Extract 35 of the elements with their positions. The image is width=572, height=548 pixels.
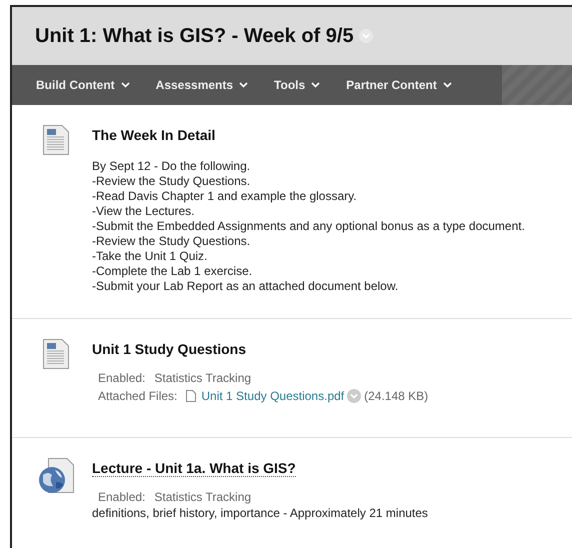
description-line: -Submit the Embedded Assignments and any optional bonus as a type document. bbox=[92, 219, 526, 234]
description-line: By Sept 12 - Do the following. bbox=[92, 159, 252, 174]
detail-label: Enabled: bbox=[98, 489, 146, 506]
description-line: -Take the Unit 1 Quiz. bbox=[92, 249, 208, 264]
menu-button[interactable]: Build Content bbox=[36, 78, 156, 92]
menu-button[interactable]: Partner Content bbox=[346, 78, 478, 92]
item-title: Unit 1 Study Questions bbox=[92, 341, 246, 357]
detail-value: Statistics Tracking bbox=[154, 489, 252, 506]
caret-icon bbox=[239, 82, 248, 88]
description-line: definitions, brief history, importance - Approximately 21 minutes bbox=[92, 506, 429, 521]
description-line: -Review the Study Questions. bbox=[92, 234, 252, 249]
description-line: -Read Davis Chapter 1 and example the glossary. bbox=[92, 189, 358, 204]
menu-button[interactable]: Assessments bbox=[156, 78, 274, 92]
item-title[interactable]: Lecture - Unit 1a. What is GIS? bbox=[92, 460, 296, 477]
menu-button[interactable]: Tools bbox=[274, 78, 346, 92]
caret-icon bbox=[311, 82, 320, 88]
detail-value: Statistics Tracking bbox=[154, 370, 252, 387]
description-line: -Submit your Lab Report as an attached document below. bbox=[92, 279, 400, 294]
chevron-icon[interactable] bbox=[358, 29, 373, 43]
document-icon bbox=[43, 125, 69, 155]
page-title: Unit 1: What is GIS? - Week of 9/5 bbox=[35, 24, 354, 48]
caret-icon bbox=[120, 82, 130, 88]
description-line: -Complete the Lab 1 exercise. bbox=[92, 264, 254, 279]
file-size: (24.148 KB) bbox=[364, 388, 428, 405]
detail-label: Attached Files: bbox=[98, 388, 178, 405]
description-line: -Review the Study Questions. bbox=[92, 174, 252, 189]
detail-label: Enabled: bbox=[98, 370, 146, 387]
item-title: The Week In Detail bbox=[92, 127, 216, 143]
description-line: -View the Lectures. bbox=[92, 204, 196, 219]
file-icon bbox=[186, 390, 196, 402]
file-link[interactable]: Unit 1 Study Questions.pdf bbox=[201, 387, 344, 405]
caret-icon bbox=[442, 82, 452, 88]
chevron-icon[interactable] bbox=[347, 389, 362, 403]
globe-document-icon bbox=[38, 458, 74, 494]
document-icon bbox=[43, 339, 69, 369]
